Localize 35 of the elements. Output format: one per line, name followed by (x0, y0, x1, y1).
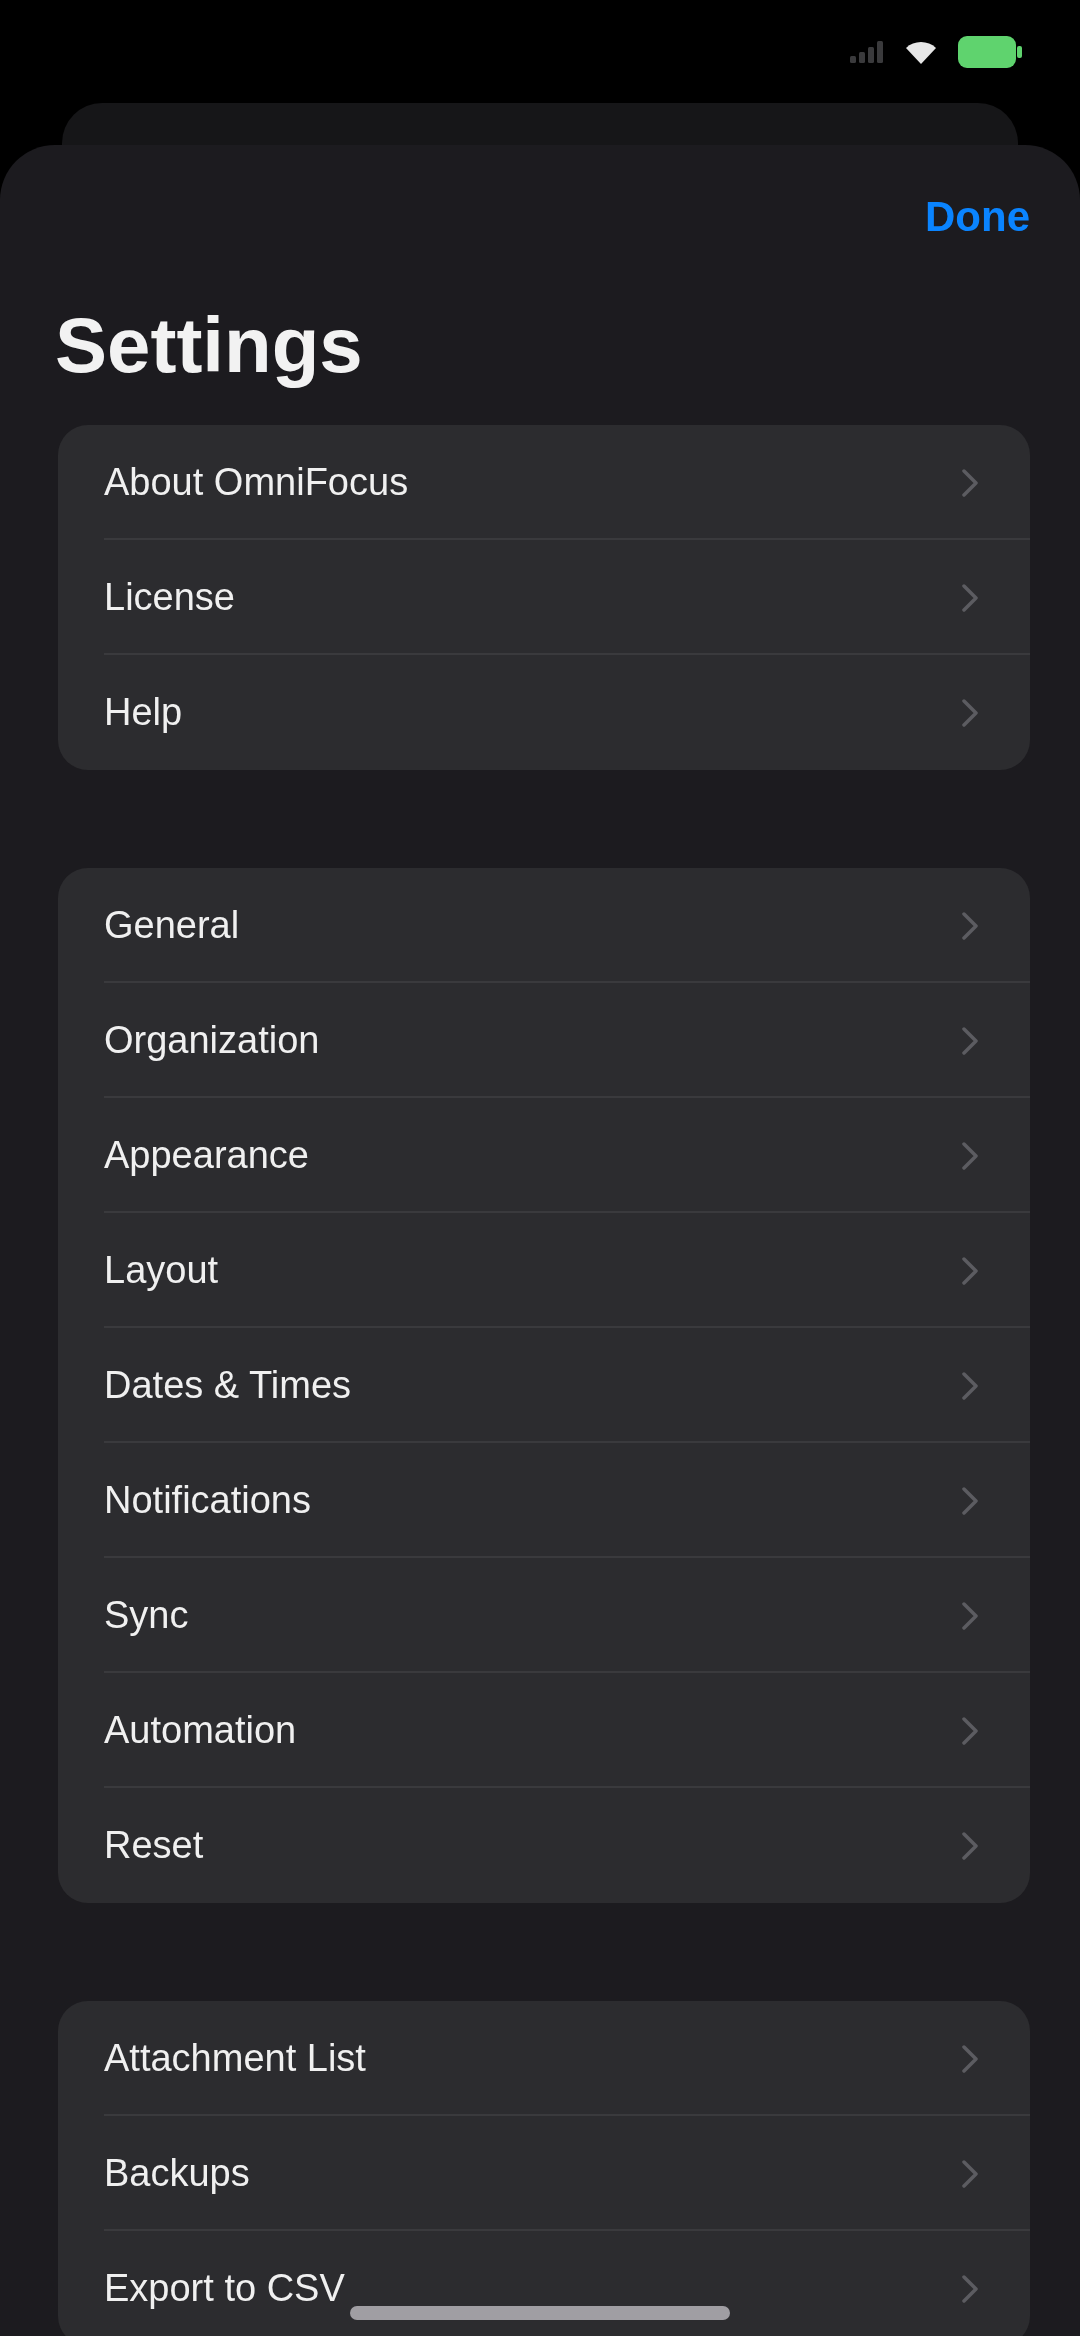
done-button[interactable]: Done (925, 190, 1030, 244)
settings-row[interactable]: Layout (58, 1213, 1030, 1328)
settings-row[interactable]: Appearance (58, 1098, 1030, 1213)
chevron-right-icon (962, 698, 978, 727)
settings-row[interactable]: Backups (58, 2116, 1030, 2231)
wifi-icon (906, 39, 936, 64)
settings-row[interactable]: Help (58, 655, 1030, 770)
chevron-right-icon (962, 2159, 978, 2188)
chevron-right-icon (962, 468, 978, 497)
chevron-right-icon (962, 1371, 978, 1400)
settings-row[interactable]: General (58, 868, 1030, 983)
chevron-right-icon (962, 2044, 978, 2073)
chevron-right-icon (962, 1486, 978, 1515)
chevron-right-icon (962, 1601, 978, 1630)
chevron-right-icon (962, 2274, 978, 2303)
page-title: Settings (55, 300, 364, 391)
settings-row[interactable]: Dates & Times (58, 1328, 1030, 1443)
settings-row[interactable]: Automation (58, 1673, 1030, 1788)
chevron-right-icon (962, 911, 978, 940)
settings-row[interactable]: Attachment List (58, 2001, 1030, 2116)
chevron-right-icon (962, 1831, 978, 1860)
chevron-right-icon (962, 1026, 978, 1055)
chevron-right-icon (962, 583, 978, 612)
chevron-right-icon (962, 1716, 978, 1745)
settings-row[interactable]: Organization (58, 983, 1030, 1098)
settings-row[interactable]: About OmniFocus (58, 425, 1030, 540)
settings-row[interactable]: Notifications (58, 1443, 1030, 1558)
chevron-right-icon (962, 1141, 978, 1170)
settings-row[interactable]: Reset (58, 1788, 1030, 1903)
settings-row[interactable]: Sync (58, 1558, 1030, 1673)
cellular-signal-icon (850, 40, 884, 63)
battery-icon (958, 35, 1022, 68)
settings-row[interactable]: Export to CSV (58, 2231, 1030, 2336)
chevron-right-icon (962, 1256, 978, 1285)
settings-row[interactable]: License (58, 540, 1030, 655)
